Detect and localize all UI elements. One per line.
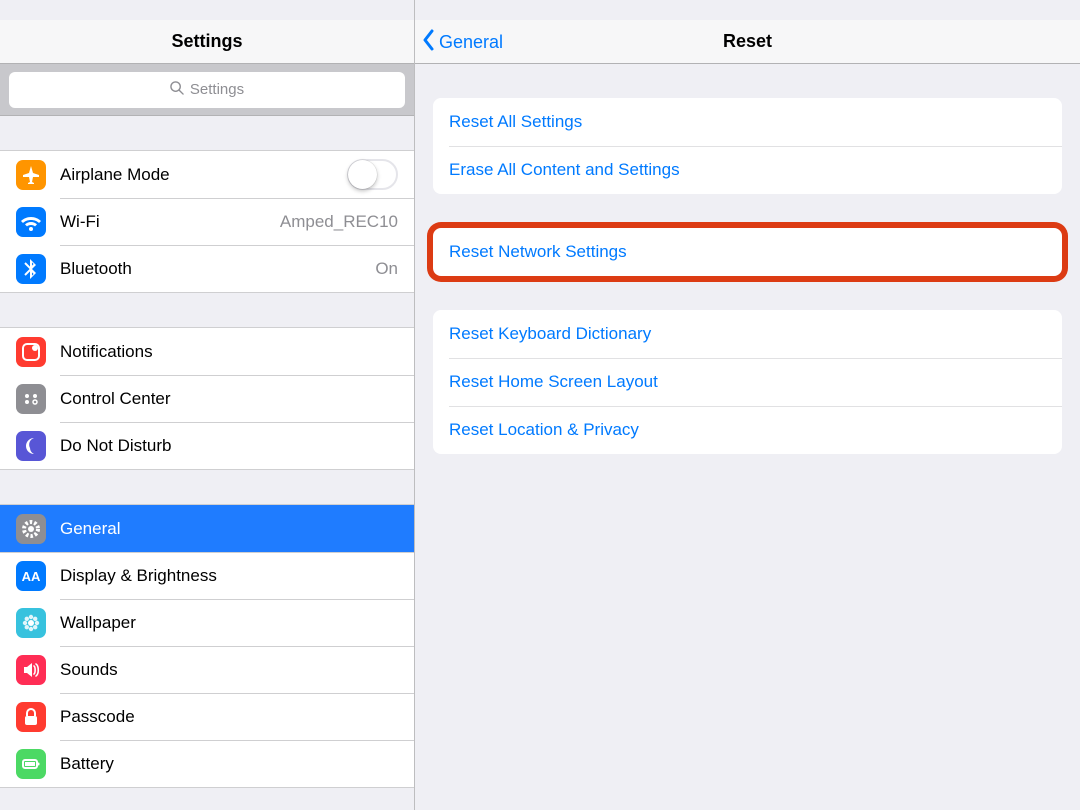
sidebar-item-battery[interactable]: Battery: [0, 740, 414, 787]
detail-header: General Reset: [415, 20, 1080, 64]
detail-item-erase-all[interactable]: Erase All Content and Settings: [433, 146, 1062, 194]
detail-item-reset-network[interactable]: Reset Network Settings: [433, 228, 1062, 276]
sidebar-item-label: Control Center: [60, 389, 398, 409]
sidebar-item-airplane[interactable]: Airplane Mode: [0, 151, 414, 198]
bluetooth-icon: [16, 254, 46, 284]
sidebar-item-label: Airplane Mode: [60, 165, 347, 185]
sidebar-item-display[interactable]: Display & Brightness: [0, 552, 414, 599]
sidebar-item-label: Wi-Fi: [60, 212, 280, 232]
sidebar-item-dnd[interactable]: Do Not Disturb: [0, 422, 414, 469]
sidebar-group: Airplane ModeWi-FiAmped_REC10BluetoothOn: [0, 150, 414, 293]
detail-pane: General Reset Reset All SettingsErase Al…: [415, 0, 1080, 810]
sidebar-item-value: On: [375, 259, 398, 279]
detail-group: Reset Network Settings: [433, 228, 1062, 276]
search-placeholder: Settings: [190, 81, 244, 98]
flower-icon: [16, 608, 46, 638]
airplane-icon: [16, 160, 46, 190]
detail-group: Reset All SettingsErase All Content and …: [433, 98, 1062, 194]
sidebar-item-label: Sounds: [60, 660, 398, 680]
sidebar-item-label: Wallpaper: [60, 613, 398, 633]
sidebar-item-sounds[interactable]: Sounds: [0, 646, 414, 693]
search-input[interactable]: Settings: [9, 72, 405, 108]
detail-item-reset-home[interactable]: Reset Home Screen Layout: [433, 358, 1062, 406]
search-bar: Settings: [0, 64, 414, 116]
sidebar-item-notifications[interactable]: Notifications: [0, 328, 414, 375]
back-label: General: [439, 32, 503, 53]
detail-item-reset-location[interactable]: Reset Location & Privacy: [433, 406, 1062, 454]
toggle-airplane[interactable]: [347, 159, 398, 190]
detail-item-reset-all[interactable]: Reset All Settings: [433, 98, 1062, 146]
sidebar-item-label: Do Not Disturb: [60, 436, 398, 456]
sidebar-item-label: General: [60, 519, 398, 539]
notifications-icon: [16, 337, 46, 367]
sidebar-item-controlcenter[interactable]: Control Center: [0, 375, 414, 422]
sidebar-item-passcode[interactable]: Passcode: [0, 693, 414, 740]
detail-list: Reset All SettingsErase All Content and …: [415, 64, 1080, 810]
detail-group: Reset Keyboard DictionaryReset Home Scre…: [433, 310, 1062, 454]
detail-item-reset-keyboard[interactable]: Reset Keyboard Dictionary: [433, 310, 1062, 358]
sidebar-group: Notifications Control Center Do Not Distur…: [0, 327, 414, 470]
aa-icon: [16, 561, 46, 591]
detail-title: Reset: [723, 31, 772, 52]
sidebar-item-value: Amped_REC10: [280, 212, 398, 232]
sidebar-item-label: Passcode: [60, 707, 398, 727]
sidebar-item-label: Display & Brightness: [60, 566, 398, 586]
sidebar-header: Settings: [0, 20, 414, 64]
sidebar-item-wifi[interactable]: Wi-FiAmped_REC10: [0, 198, 414, 245]
sidebar-item-bluetooth[interactable]: BluetoothOn: [0, 245, 414, 292]
sidebar-item-label: Battery: [60, 754, 398, 774]
sidebar-list: Airplane ModeWi-FiAmped_REC10BluetoothOn…: [0, 116, 414, 810]
search-icon: [170, 81, 184, 99]
settings-sidebar: Settings Settings Airplane Mode Wi-FiAmpe…: [0, 0, 415, 810]
lock-icon: [16, 702, 46, 732]
speaker-icon: [16, 655, 46, 685]
wifi-icon: [16, 207, 46, 237]
sidebar-item-general[interactable]: General: [0, 505, 414, 552]
moon-icon: [16, 431, 46, 461]
sidebar-item-wallpaper[interactable]: Wallpaper: [0, 599, 414, 646]
battery-icon: [16, 749, 46, 779]
sidebar-group: General Display & Brightness Wallpaper Soun…: [0, 504, 414, 788]
chevron-left-icon: [421, 29, 439, 56]
controlcenter-icon: [16, 384, 46, 414]
sidebar-item-label: Bluetooth: [60, 259, 375, 279]
gear-icon: [16, 514, 46, 544]
back-button[interactable]: General: [421, 20, 503, 64]
sidebar-title: Settings: [171, 31, 242, 52]
sidebar-item-label: Notifications: [60, 342, 398, 362]
